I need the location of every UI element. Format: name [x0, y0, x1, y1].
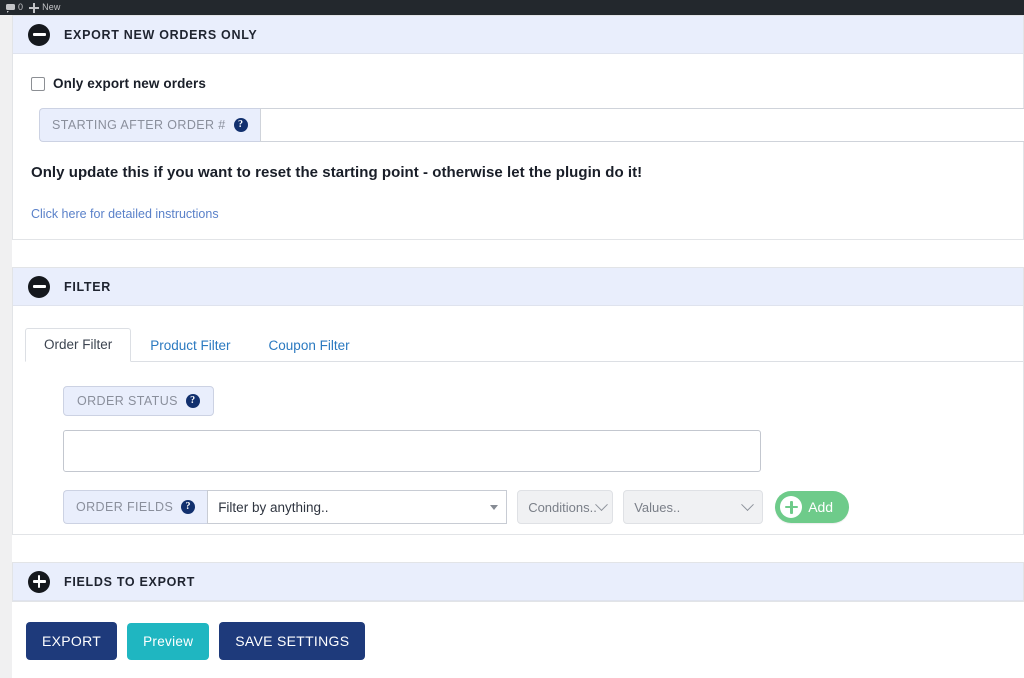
order-fields-label-text: ORDER FIELDS	[76, 500, 174, 514]
question-mark-icon[interactable]: ?	[181, 500, 196, 514]
filter-tabs: Order Filter Product Filter Coupon Filte…	[25, 327, 1023, 362]
adminbar-new-label: New	[42, 2, 61, 12]
admin-page: EXPORT NEW ORDERS ONLY Only export new o…	[0, 15, 1024, 678]
question-mark-icon[interactable]: ?	[185, 394, 200, 408]
question-mark-icon[interactable]: ?	[233, 118, 248, 132]
admin-sidebar-rail	[0, 15, 12, 678]
add-filter-button[interactable]: Add	[775, 491, 850, 523]
page-content: EXPORT NEW ORDERS ONLY Only export new o…	[12, 15, 1024, 678]
tab-order-filter[interactable]: Order Filter	[25, 327, 132, 362]
values-select[interactable]: Values..	[623, 490, 764, 524]
tab-coupon-filter[interactable]: Coupon Filter	[250, 329, 369, 362]
adminbar-new[interactable]: New	[29, 0, 60, 15]
order-filter-body: ORDER STATUS ? ORDER FIELDS ? Filter by …	[13, 362, 1023, 534]
panel-spacer	[12, 535, 1024, 562]
panel-export-new-orders: EXPORT NEW ORDERS ONLY Only export new o…	[12, 15, 1024, 240]
values-select-value: Values..	[634, 499, 681, 515]
order-fields-row: ORDER FIELDS ? Filter by anything.. Cond…	[63, 490, 1023, 524]
order-fields-select[interactable]: Filter by anything..	[207, 490, 508, 524]
comment-count: 0	[18, 2, 24, 12]
panel-header-filter[interactable]: FILTER	[13, 268, 1023, 306]
panel-title-fields-to-export: FIELDS TO EXPORT	[64, 574, 196, 589]
minus-circle-icon[interactable]	[28, 275, 50, 298]
chevron-down-icon	[490, 504, 499, 510]
chevron-down-icon	[594, 497, 608, 511]
panel-fields-to-export: FIELDS TO EXPORT	[12, 562, 1024, 602]
starting-after-order-label-text: STARTING AFTER ORDER #	[52, 118, 226, 132]
only-export-new-orders-checkbox[interactable]	[31, 76, 45, 91]
plus-circle-icon	[780, 496, 803, 518]
panel-title-export-new-orders: EXPORT NEW ORDERS ONLY	[64, 27, 258, 42]
starting-after-order-label: STARTING AFTER ORDER # ?	[39, 108, 260, 142]
order-status-label-text: ORDER STATUS	[77, 394, 178, 408]
panel-body-filter: Order Filter Product Filter Coupon Filte…	[13, 327, 1023, 534]
only-export-new-orders-label: Only export new orders	[53, 76, 206, 91]
wp-admin-bar: 0 New	[0, 0, 1024, 15]
conditions-select[interactable]: Conditions..	[517, 490, 614, 524]
save-settings-button[interactable]: SAVE SETTINGS	[219, 622, 366, 660]
adminbar-comments[interactable]: 0	[6, 0, 23, 15]
starting-after-order-group: STARTING AFTER ORDER # ?	[39, 108, 1024, 142]
order-status-input[interactable]	[63, 430, 761, 472]
only-export-new-orders-row[interactable]: Only export new orders	[13, 76, 1023, 91]
starting-point-hint: Only update this if you want to reset th…	[31, 164, 643, 181]
chevron-down-icon	[741, 497, 755, 511]
starting-after-order-input[interactable]	[259, 108, 1024, 142]
order-fields-label: ORDER FIELDS ?	[63, 490, 208, 524]
plus-circle-icon[interactable]	[28, 570, 50, 593]
action-buttons: EXPORT Preview SAVE SETTINGS	[12, 602, 1024, 660]
detailed-instructions-link[interactable]: Click here for detailed instructions	[13, 207, 1023, 221]
panel-filter: FILTER Order Filter Product Filter Coupo…	[12, 267, 1024, 535]
conditions-select-value: Conditions..	[528, 499, 597, 515]
panel-title-filter: FILTER	[64, 279, 112, 294]
tab-product-filter[interactable]: Product Filter	[131, 329, 249, 362]
comment-bubble-icon	[6, 3, 15, 13]
panel-header-fields-to-export[interactable]: FIELDS TO EXPORT	[13, 563, 1023, 601]
add-filter-button-label: Add	[808, 499, 834, 515]
panel-spacer	[12, 240, 1024, 267]
plus-icon	[29, 2, 40, 13]
panel-body-export-new-orders: Only export new orders STARTING AFTER OR…	[13, 54, 1024, 239]
export-button[interactable]: EXPORT	[26, 622, 118, 660]
preview-button[interactable]: Preview	[127, 622, 210, 660]
order-status-label: ORDER STATUS ?	[63, 386, 214, 416]
panel-header-export-new-orders[interactable]: EXPORT NEW ORDERS ONLY	[13, 16, 1023, 54]
minus-circle-icon[interactable]	[28, 23, 50, 46]
order-fields-select-value: Filter by anything..	[218, 499, 329, 515]
